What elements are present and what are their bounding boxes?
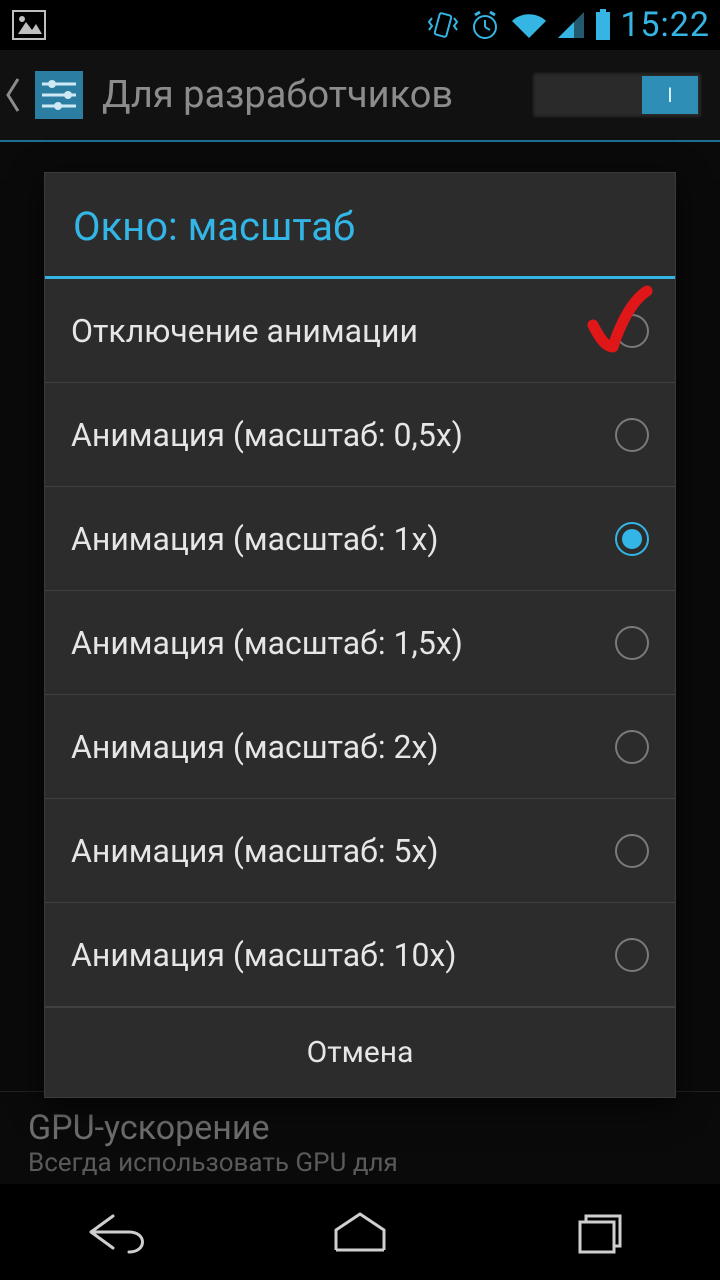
option-scale-10x[interactable]: Анимация (масштаб: 10x) bbox=[45, 903, 675, 1007]
action-bar: Для разработчиков I bbox=[0, 50, 720, 142]
alarm-icon bbox=[468, 8, 502, 42]
radio-icon bbox=[615, 730, 649, 764]
cancel-button[interactable]: Отмена bbox=[45, 1008, 675, 1097]
option-label: Анимация (масштаб: 1x) bbox=[71, 520, 615, 558]
option-scale-1-5x[interactable]: Анимация (масштаб: 1,5x) bbox=[45, 591, 675, 695]
option-label: Анимация (масштаб: 10x) bbox=[71, 936, 615, 974]
signal-icon bbox=[556, 10, 586, 40]
radio-icon bbox=[615, 626, 649, 660]
navigation-bar bbox=[0, 1184, 720, 1280]
option-scale-1x[interactable]: Анимация (масштаб: 1x) bbox=[45, 487, 675, 591]
option-label: Анимация (масштаб: 2x) bbox=[71, 728, 615, 766]
picture-icon bbox=[12, 10, 46, 40]
nav-home-button[interactable] bbox=[280, 1192, 440, 1272]
option-scale-0-5x[interactable]: Анимация (масштаб: 0,5x) bbox=[45, 383, 675, 487]
dialog-title: Окно: масштаб bbox=[45, 173, 675, 276]
battery-icon bbox=[594, 9, 612, 41]
radio-icon bbox=[615, 938, 649, 972]
radio-icon bbox=[615, 418, 649, 452]
setting-title: GPU-ускорение bbox=[28, 1108, 692, 1148]
toggle-thumb: I bbox=[642, 76, 698, 114]
setting-subtitle: Всегда использовать GPU для bbox=[28, 1148, 692, 1178]
page-title: Для разработчиков bbox=[102, 73, 453, 117]
option-scale-2x[interactable]: Анимация (масштаб: 2x) bbox=[45, 695, 675, 799]
status-bar: 15:22 bbox=[0, 0, 720, 50]
dialog-footer: Отмена bbox=[45, 1007, 675, 1097]
option-label: Анимация (масштаб: 1,5x) bbox=[71, 624, 615, 662]
option-label: Анимация (масштаб: 5x) bbox=[71, 832, 615, 870]
vibrate-icon bbox=[426, 8, 460, 42]
hand-drawn-check-icon bbox=[583, 285, 655, 365]
screen: 15:22 Для разработчиков I bbox=[0, 0, 720, 1280]
wifi-icon bbox=[510, 10, 548, 40]
option-animation-off[interactable]: Отключение анимации bbox=[45, 279, 675, 383]
developer-toggle[interactable]: I bbox=[532, 72, 702, 118]
settings-sliders-icon bbox=[30, 66, 88, 124]
radio-checked-icon bbox=[615, 522, 649, 556]
nav-back-button[interactable] bbox=[40, 1192, 200, 1272]
nav-recent-button[interactable] bbox=[520, 1192, 680, 1272]
window-scale-dialog: Окно: масштаб Отключение анимации Анимац… bbox=[44, 172, 676, 1098]
status-clock: 15:22 bbox=[620, 5, 710, 45]
option-scale-5x[interactable]: Анимация (масштаб: 5x) bbox=[45, 799, 675, 903]
back-button[interactable] bbox=[0, 66, 88, 124]
radio-icon bbox=[615, 834, 649, 868]
option-label: Анимация (масштаб: 0,5x) bbox=[71, 416, 615, 454]
setting-gpu: GPU-ускорение Всегда использовать GPU дл… bbox=[0, 1091, 720, 1184]
option-label: Отключение анимации bbox=[71, 312, 615, 350]
